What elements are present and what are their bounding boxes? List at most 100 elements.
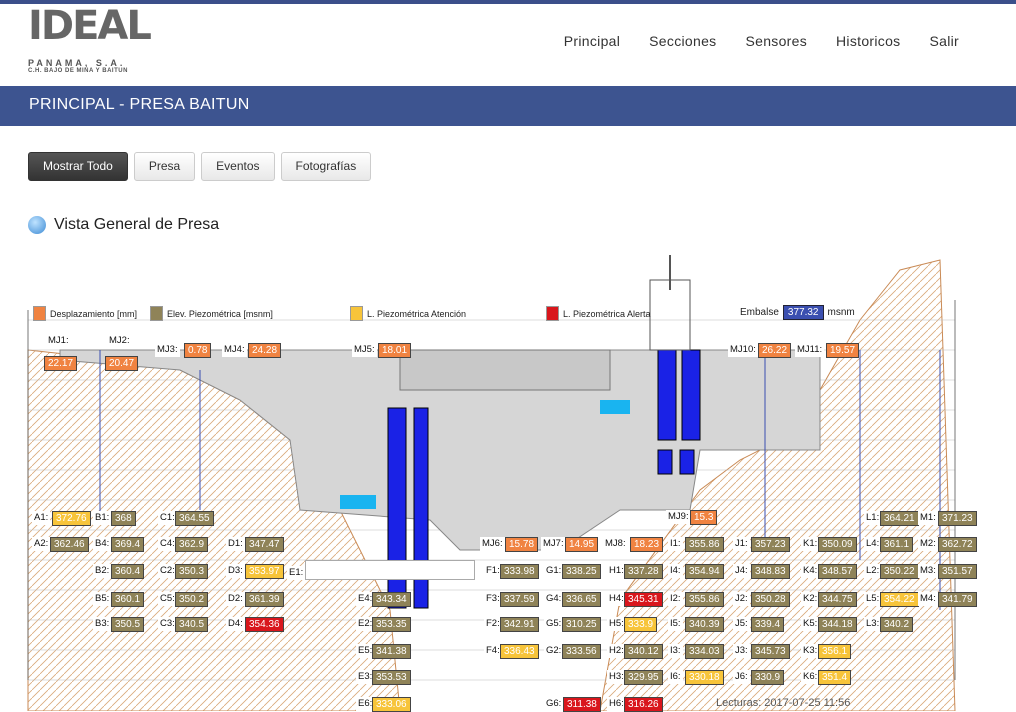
sensor-value[interactable]: 344.75 xyxy=(818,592,857,607)
sensor-value[interactable]: 354.36 xyxy=(245,617,284,632)
sensor-value[interactable]: 24.28 xyxy=(248,343,282,358)
show-all-button[interactable]: Mostrar Todo xyxy=(28,152,128,181)
intake-right-2 xyxy=(681,349,701,441)
nav-salir[interactable]: Salir xyxy=(929,33,959,49)
nav-secciones[interactable]: Secciones xyxy=(649,33,716,49)
sensor-value[interactable]: 340.5 xyxy=(175,617,209,632)
sensor-value[interactable]: 350.3 xyxy=(175,564,209,579)
sensor-label: MJ2: xyxy=(107,334,132,348)
sensor-value[interactable]: 14.95 xyxy=(565,537,599,552)
sensor-value[interactable]: 354.22 xyxy=(880,592,919,607)
sensor-label: M1: xyxy=(918,511,938,525)
sensor-value[interactable]: 342.91 xyxy=(500,617,539,632)
sensor-value[interactable]: 330.9 xyxy=(751,670,785,685)
sensor-value[interactable]: 353.97 xyxy=(245,564,284,579)
sensor-e1-input[interactable] xyxy=(305,560,475,580)
sensor-value[interactable]: 354.94 xyxy=(685,564,724,579)
sensor-value[interactable]: 351.57 xyxy=(938,564,977,579)
sensor-value[interactable]: 310.25 xyxy=(562,617,601,632)
sensor-value[interactable]: 350.09 xyxy=(818,537,857,552)
sensor-value[interactable]: 15.3 xyxy=(690,510,718,525)
sensor-value[interactable]: 369.4 xyxy=(111,537,145,552)
sensor-value[interactable]: 311.38 xyxy=(563,697,601,712)
sensor-value[interactable]: 353.53 xyxy=(372,670,411,685)
reservoir-value[interactable]: 377.32 xyxy=(782,305,824,320)
sensor-value[interactable]: 340.2 xyxy=(880,617,914,632)
sensor-label: MJ4: xyxy=(222,343,247,357)
sensor-value[interactable]: 337.59 xyxy=(500,592,539,607)
sensor-value[interactable]: 353.35 xyxy=(372,617,411,632)
sensor-value[interactable]: 357.23 xyxy=(751,537,790,552)
sensor-value[interactable]: 371.23 xyxy=(938,511,977,526)
sensor-value[interactable]: 339.4 xyxy=(751,617,785,632)
sensor-label: L2: xyxy=(864,564,882,578)
events-button[interactable]: Eventos xyxy=(201,152,275,181)
nav-historicos[interactable]: Historicos xyxy=(836,33,900,49)
sensor-value[interactable]: 338.25 xyxy=(562,564,601,579)
sensor-label: M4: xyxy=(918,592,938,606)
sensor-value[interactable]: 348.57 xyxy=(818,564,857,579)
sensor-value[interactable]: 347.47 xyxy=(245,537,284,552)
sensor-value[interactable]: 355.86 xyxy=(685,537,724,552)
sensor-value[interactable]: 15.78 xyxy=(505,537,539,552)
nav-principal[interactable]: Principal xyxy=(564,33,620,49)
sensor-value[interactable]: 362.46 xyxy=(50,537,89,552)
sensor-value[interactable]: 361.39 xyxy=(245,592,284,607)
sensor-value[interactable]: 351.4 xyxy=(818,670,852,685)
sensor-label: G5: xyxy=(544,617,564,631)
sensor-value[interactable]: 341.79 xyxy=(938,592,977,607)
sensor-value[interactable]: 19.57 xyxy=(826,343,860,358)
sensor-value[interactable]: 333.9 xyxy=(624,617,658,632)
sensor-value[interactable]: 350.22 xyxy=(880,564,919,579)
sensor-value[interactable]: 348.83 xyxy=(751,564,790,579)
sensor-value[interactable]: 329.95 xyxy=(624,670,663,685)
sensor-value[interactable]: 360.4 xyxy=(111,564,145,579)
photos-button[interactable]: Fotografías xyxy=(280,152,372,181)
sensor-value[interactable]: 361.1 xyxy=(880,537,914,552)
sensor-value[interactable]: 18.01 xyxy=(378,343,412,358)
sensor-value[interactable]: 26.22 xyxy=(758,343,792,358)
sensor-value[interactable]: 340.12 xyxy=(624,644,663,659)
sensor-value[interactable]: 372.76 xyxy=(52,511,91,526)
sensor-value[interactable]: 368 xyxy=(111,511,136,526)
dam-button[interactable]: Presa xyxy=(133,152,196,181)
sensor-value[interactable]: 337.28 xyxy=(624,564,663,579)
sensor-value[interactable]: 20.47 xyxy=(105,356,139,371)
sensor-value[interactable]: 333.56 xyxy=(562,644,601,659)
sensor-value[interactable]: 334.03 xyxy=(685,644,724,659)
legend-swatch-displacement xyxy=(33,306,46,321)
sensor-value[interactable]: 364.55 xyxy=(175,511,214,526)
sensor-value[interactable]: 350.2 xyxy=(175,592,209,607)
sensor-value[interactable]: 22.17 xyxy=(44,356,78,371)
sensor-value[interactable]: 18.23 xyxy=(630,537,664,552)
sensor-value[interactable]: 350.5 xyxy=(111,617,145,632)
sensor-value[interactable]: 330.18 xyxy=(685,670,724,685)
sensor-value[interactable]: 362.9 xyxy=(175,537,209,552)
sensor-value[interactable]: 360.1 xyxy=(111,592,145,607)
sensor-value[interactable]: 362.72 xyxy=(938,537,977,552)
sensor-label: K4: xyxy=(801,564,820,578)
sensor-value[interactable]: 343.34 xyxy=(372,592,411,607)
sensor-value[interactable]: 336.43 xyxy=(500,644,539,659)
sensor-label: M3: xyxy=(918,564,938,578)
sensor-value[interactable]: 345.31 xyxy=(624,592,663,607)
sensor-value[interactable]: 355.86 xyxy=(685,592,724,607)
sensor-label: B5: xyxy=(93,592,112,606)
sensor-value[interactable]: 316.26 xyxy=(624,697,663,712)
sensor-value[interactable]: 345.73 xyxy=(751,644,790,659)
sensor-label: D1: xyxy=(226,537,245,551)
sensor-value[interactable]: 333.98 xyxy=(500,564,539,579)
sensor-value[interactable]: 344.18 xyxy=(818,617,857,632)
sensor-value[interactable]: 333.06 xyxy=(372,697,411,712)
sensor-value[interactable]: 356.1 xyxy=(818,644,852,659)
nav-sensores[interactable]: Sensores xyxy=(745,33,807,49)
sensor-value[interactable]: 364.21 xyxy=(880,511,919,526)
legend-swatch-piezo xyxy=(150,306,163,321)
sensor-value[interactable]: 336.65 xyxy=(562,592,601,607)
sensor-value[interactable]: 340.39 xyxy=(685,617,724,632)
sensor-value[interactable]: 350.28 xyxy=(751,592,790,607)
sensor-value[interactable]: 341.38 xyxy=(372,644,411,659)
intake-right-1 xyxy=(657,349,677,441)
sensor-value[interactable]: 0.78 xyxy=(184,343,212,358)
company-logo[interactable]: IDEAL PANAMA, S.A. C.H. BAJO DE MINA Y B… xyxy=(28,6,152,82)
